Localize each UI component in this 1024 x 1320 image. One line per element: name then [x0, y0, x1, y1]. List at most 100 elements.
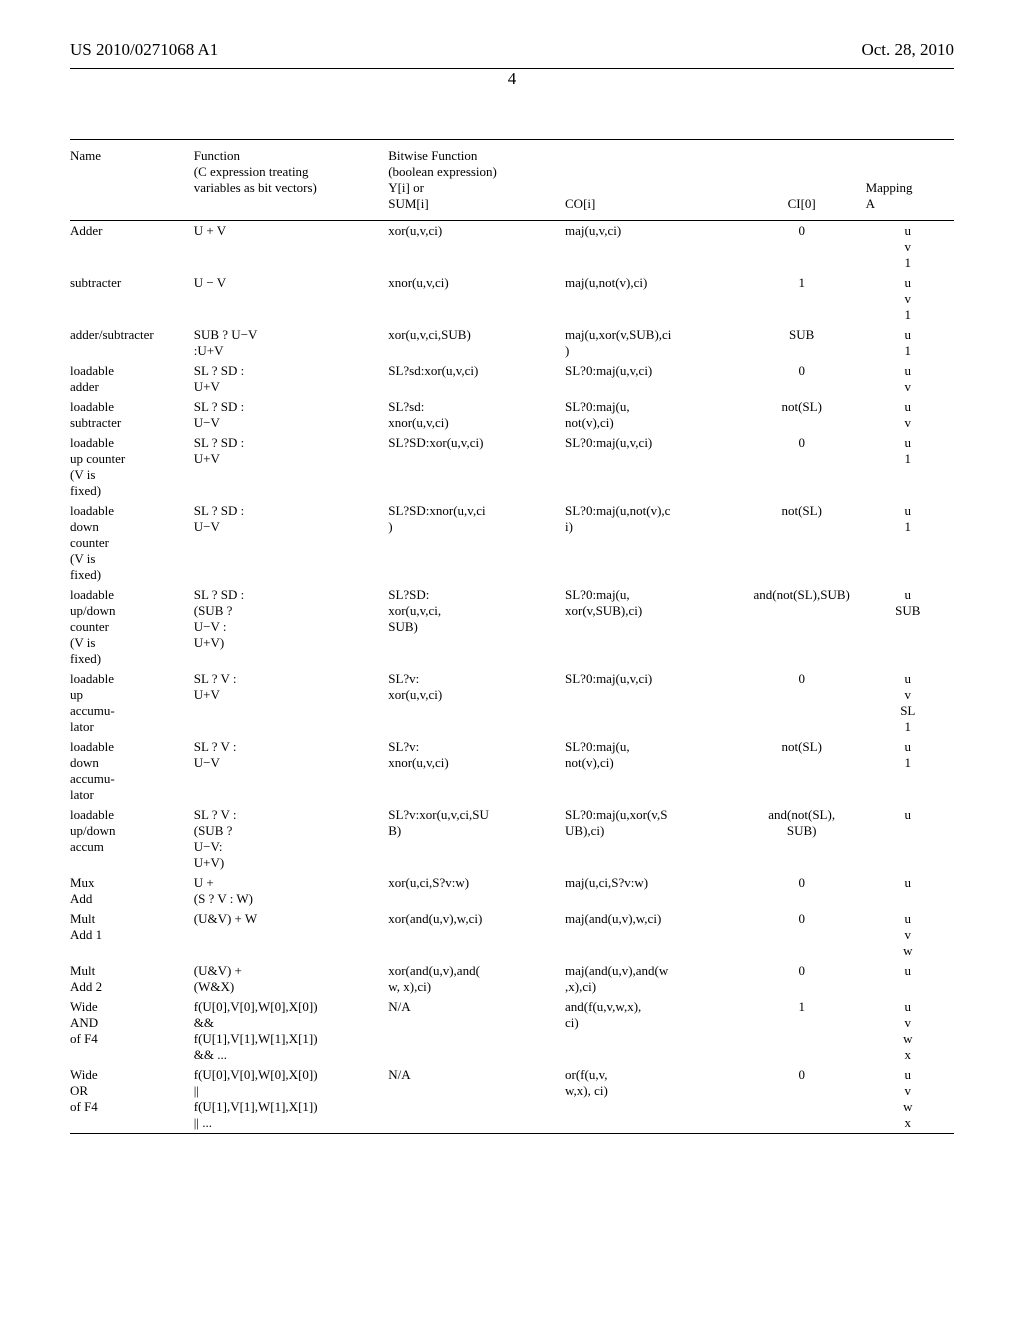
cell-map: uv1 — [866, 273, 954, 325]
cell-map: u1 — [866, 433, 954, 501]
map-h2: A — [866, 196, 875, 211]
page-header: US 2010/0271068 A1 Oct. 28, 2010 — [70, 40, 954, 60]
cell-name: WideORof F4 — [70, 1065, 194, 1133]
cell-sum: xor(and(u,v),w,ci) — [388, 909, 565, 961]
table-row: AdderU + Vxor(u,v,ci)maj(u,v,ci)0uv1 — [70, 221, 954, 273]
cell-co: SL?0:maj(u,not(v),ci) — [565, 501, 742, 585]
cell-ci: 1 — [742, 997, 866, 1065]
cell-sum: xor(u,ci,S?v:w) — [388, 873, 565, 909]
cell-sum: xor(u,v,ci) — [388, 221, 565, 273]
table-row: loadableup/downaccumSL ? V :(SUB ?U−V:U+… — [70, 805, 954, 873]
table-row: loadableadderSL ? SD :U+VSL?sd:xor(u,v,c… — [70, 361, 954, 397]
cell-map: uvwx — [866, 997, 954, 1065]
table-row: loadableup counter(V isfixed)SL ? SD :U+… — [70, 433, 954, 501]
table-body: AdderU + Vxor(u,v,ci)maj(u,v,ci)0uv1subt… — [70, 220, 954, 1133]
cell-name: loadableup counter(V isfixed) — [70, 433, 194, 501]
cell-sum: xnor(u,v,ci) — [388, 273, 565, 325]
cell-co: maj(u,not(v),ci) — [565, 273, 742, 325]
cell-map: u1 — [866, 501, 954, 585]
cell-ci: 0 — [742, 1065, 866, 1133]
cell-name: subtracter — [70, 273, 194, 325]
publication-date: Oct. 28, 2010 — [861, 40, 954, 60]
cell-co: SL?0:maj(u,not(v),ci) — [565, 737, 742, 805]
cell-ci: not(SL) — [742, 397, 866, 433]
cell-co: maj(and(u,v),w,ci) — [565, 909, 742, 961]
cell-ci: and(not(SL),SUB) — [742, 805, 866, 873]
cell-map: u1 — [866, 325, 954, 361]
cell-func: f(U[0],V[0],W[0],X[0])||f(U[1],V[1],W[1]… — [194, 1065, 388, 1133]
table-row: WideORof F4f(U[0],V[0],W[0],X[0])||f(U[1… — [70, 1065, 954, 1133]
cell-map: u — [866, 961, 954, 997]
cell-map: uvSL1 — [866, 669, 954, 737]
table-row: MuxAddU +(S ? V : W)xor(u,ci,S?v:w)maj(u… — [70, 873, 954, 909]
cell-co: and(f(u,v,w,x),ci) — [565, 997, 742, 1065]
cell-func: SL ? SD :U−V — [194, 501, 388, 585]
cell-func: (U&V) +(W&X) — [194, 961, 388, 997]
cell-sum: SL?sd:xnor(u,v,ci) — [388, 397, 565, 433]
cell-func: U − V — [194, 273, 388, 325]
col-func-header: Function (C expression treating variable… — [194, 140, 388, 220]
cell-ci: 0 — [742, 361, 866, 397]
table-row: subtracterU − Vxnor(u,v,ci)maj(u,not(v),… — [70, 273, 954, 325]
cell-ci: not(SL) — [742, 501, 866, 585]
cell-ci: not(SL) — [742, 737, 866, 805]
cell-name: loadabledowncounter(V isfixed) — [70, 501, 194, 585]
sum-h1: Bitwise Function — [388, 148, 477, 163]
cell-ci: 0 — [742, 669, 866, 737]
cell-name: MultAdd 2 — [70, 961, 194, 997]
table-header: Name Function (C expression treating var… — [70, 140, 954, 220]
cell-func: SL ? V :U+V — [194, 669, 388, 737]
table-row: adder/subtracterSUB ? U−V:U+Vxor(u,v,ci,… — [70, 325, 954, 361]
cell-co: SL?0:maj(u,xor(v,SUB),ci) — [565, 805, 742, 873]
cell-ci: 0 — [742, 873, 866, 909]
cell-name: adder/subtracter — [70, 325, 194, 361]
cell-func: SL ? V :(SUB ?U−V:U+V) — [194, 805, 388, 873]
cell-name: loadabledownaccumu-lator — [70, 737, 194, 805]
cell-func: SL ? SD :(SUB ?U−V :U+V) — [194, 585, 388, 669]
table-row: WideANDof F4f(U[0],V[0],W[0],X[0])&&f(U[… — [70, 997, 954, 1065]
col-map-header: Mapping A — [866, 140, 954, 220]
cell-ci: 0 — [742, 433, 866, 501]
cell-name: MuxAdd — [70, 873, 194, 909]
cell-name: loadablesubtracter — [70, 397, 194, 433]
cell-map: uSUB — [866, 585, 954, 669]
cell-map: uv — [866, 397, 954, 433]
cell-co: maj(u,ci,S?v:w) — [565, 873, 742, 909]
logic-functions-table: Name Function (C expression treating var… — [70, 140, 954, 1133]
table-row: MultAdd 1(U&V) + Wxor(and(u,v),w,ci)maj(… — [70, 909, 954, 961]
cell-ci: 0 — [742, 221, 866, 273]
table-row: loadabledownaccumu-latorSL ? V :U−VSL?v:… — [70, 737, 954, 805]
cell-func: SL ? SD :U−V — [194, 397, 388, 433]
cell-name: WideANDof F4 — [70, 997, 194, 1065]
cell-map: uv — [866, 361, 954, 397]
cell-map: u — [866, 805, 954, 873]
table-row: MultAdd 2(U&V) +(W&X)xor(and(u,v),and(w,… — [70, 961, 954, 997]
col-sum-header: Bitwise Function (boolean expression) Y[… — [388, 140, 565, 220]
cell-func: SL ? V :U−V — [194, 737, 388, 805]
cell-sum: SL?SD:xor(u,v,ci) — [388, 433, 565, 501]
cell-func: U +(S ? V : W) — [194, 873, 388, 909]
cell-map: u — [866, 873, 954, 909]
sum-h4: SUM[i] — [388, 196, 428, 211]
cell-sum: xor(u,v,ci,SUB) — [388, 325, 565, 361]
cell-func: SL ? SD :U+V — [194, 361, 388, 397]
cell-name: loadableupaccumu-lator — [70, 669, 194, 737]
cell-ci: 0 — [742, 909, 866, 961]
map-h1: Mapping — [866, 180, 913, 195]
cell-co: maj(u,xor(v,SUB),ci) — [565, 325, 742, 361]
cell-ci: 0 — [742, 961, 866, 997]
sum-h2: (boolean expression) — [388, 164, 497, 179]
cell-co: or(f(u,v,w,x), ci) — [565, 1065, 742, 1133]
cell-ci: and(not(SL),SUB) — [742, 585, 866, 669]
page-number: 4 — [70, 69, 954, 89]
cell-co: SL?0:maj(u,not(v),ci) — [565, 397, 742, 433]
cell-map: uvw — [866, 909, 954, 961]
table-wrapper: Name Function (C expression treating var… — [70, 139, 954, 1134]
cell-sum: N/A — [388, 997, 565, 1065]
cell-co: maj(and(u,v),and(w,x),ci) — [565, 961, 742, 997]
col-name-header: Name — [70, 140, 194, 220]
cell-co: SL?0:maj(u,v,ci) — [565, 669, 742, 737]
cell-func: (U&V) + W — [194, 909, 388, 961]
cell-map: uv1 — [866, 221, 954, 273]
cell-sum: SL?v:xnor(u,v,ci) — [388, 737, 565, 805]
